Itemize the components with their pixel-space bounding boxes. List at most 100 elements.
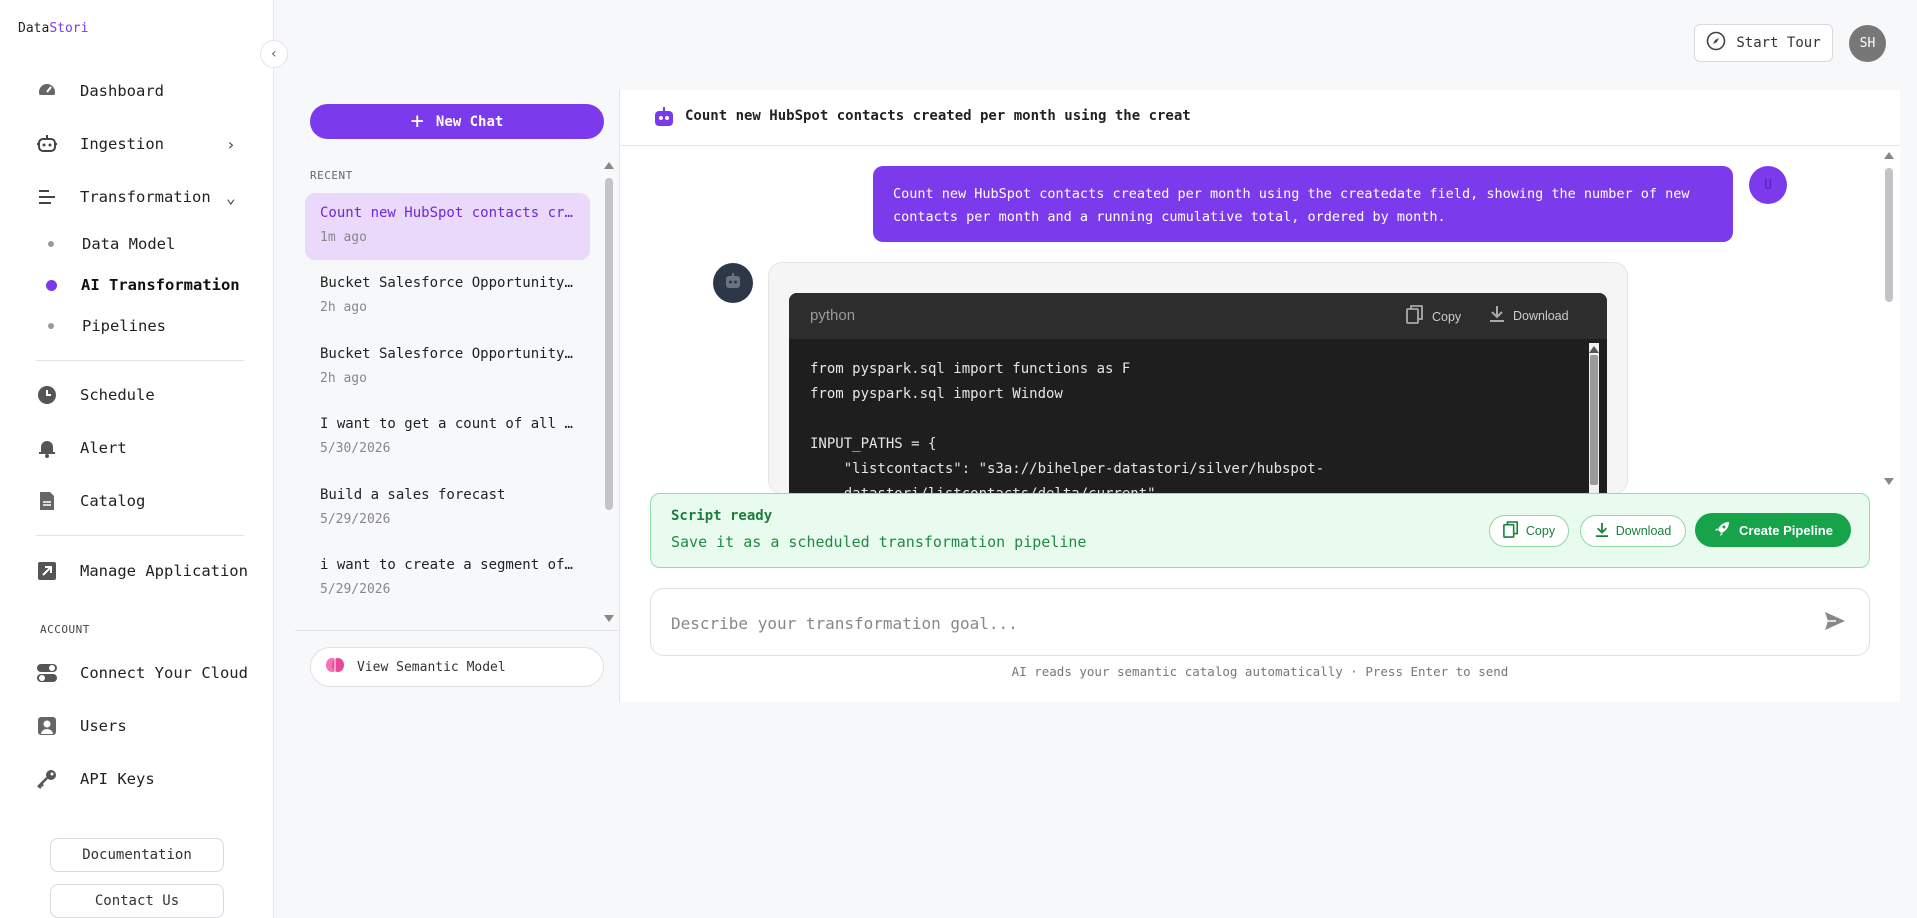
script-copy-label: Copy <box>1525 524 1556 538</box>
code-download-button[interactable]: Download <box>1489 305 1569 326</box>
chevron-right-icon: › <box>226 134 236 154</box>
history-item[interactable]: Count new HubSpot contacts created per m… <box>305 193 590 260</box>
collapse-sidebar-button[interactable]: ‹ <box>260 40 288 68</box>
app-logo[interactable]: DataStori <box>18 21 88 36</box>
scroll-down-icon[interactable] <box>1884 478 1894 485</box>
script-copy-button[interactable]: Copy <box>1489 515 1569 547</box>
history-item-date: 1m ago <box>320 230 367 245</box>
sidebar-item-manage-application[interactable]: Manage Application <box>36 560 248 582</box>
documentation-button[interactable]: Documentation <box>50 838 224 872</box>
start-tour-label: Start Tour <box>1736 35 1821 51</box>
user-avatar[interactable]: SH <box>1849 25 1886 62</box>
assistant-avatar <box>713 263 753 303</box>
scrollbar-thumb[interactable] <box>1885 168 1893 302</box>
history-item-title: i want to create a segment of prospects <box>320 557 578 573</box>
sidebar: DataStori Dashboard Ingestion › Transfor… <box>0 0 274 918</box>
scroll-up-icon[interactable] <box>604 162 614 169</box>
history-item-title: I want to get a count of all the contact… <box>320 416 578 432</box>
history-item-date: 5/29/2026 <box>320 582 391 597</box>
user-icon <box>36 715 58 737</box>
sidebar-item-alert[interactable]: Alert <box>36 437 127 459</box>
user-message-avatar: U <box>1749 166 1787 204</box>
sidebar-item-schedule[interactable]: Schedule <box>36 384 155 406</box>
compass-icon <box>1706 31 1726 55</box>
user-message-bubble: Count new HubSpot contacts created per m… <box>873 166 1733 242</box>
sidebar-item-label: Dashboard <box>80 82 164 100</box>
sidebar-divider <box>36 535 244 536</box>
bell-icon <box>36 437 58 459</box>
script-ready-banner: Script ready Save it as a scheduled tran… <box>650 493 1870 568</box>
document-icon <box>36 490 58 512</box>
bot-icon <box>653 106 675 132</box>
history-item-date: 5/29/2026 <box>320 512 391 527</box>
history-scrollbar[interactable] <box>604 160 614 622</box>
sidebar-item-users[interactable]: Users <box>36 715 127 737</box>
history-item[interactable]: Build a sales forecast 5/29/2026 <box>305 475 590 542</box>
history-item-title: Build a sales forecast <box>320 487 506 503</box>
plus-icon: + <box>410 108 424 134</box>
contact-us-button[interactable]: Contact Us <box>50 884 224 918</box>
sidebar-subitem-ai-transformation[interactable]: AI Transformation <box>46 276 240 294</box>
chat-scrollbar[interactable] <box>1884 150 1894 485</box>
history-item[interactable]: i want to create a segment of prospects … <box>305 545 590 612</box>
sidebar-subitem-pipelines[interactable]: Pipelines <box>48 317 166 335</box>
sidebar-subitem-label: AI Transformation <box>81 276 240 294</box>
key-icon <box>36 768 58 790</box>
chevron-down-icon: ⌄ <box>226 187 236 207</box>
sidebar-item-label: Ingestion <box>80 135 164 153</box>
sidebar-item-label: Schedule <box>80 386 155 404</box>
gauge-icon <box>36 80 58 102</box>
scrollbar-thumb[interactable] <box>605 178 613 510</box>
code-content: from pyspark.sql import functions as F f… <box>810 361 1325 502</box>
scroll-up-icon[interactable] <box>1589 346 1599 353</box>
brain-icon <box>325 656 345 678</box>
sidebar-subitem-data-model[interactable]: Data Model <box>48 235 175 253</box>
new-chat-label: New Chat <box>435 113 504 130</box>
code-scrollbar[interactable] <box>1589 343 1599 513</box>
rocket-icon <box>1713 520 1731 541</box>
sidebar-item-catalog[interactable]: Catalog <box>36 490 145 512</box>
scroll-up-icon[interactable] <box>1884 152 1894 159</box>
history-item-title: Bucket Salesforce Opportunity deals by s… <box>320 346 578 362</box>
scrollbar-thumb[interactable] <box>1590 355 1598 485</box>
download-icon <box>1489 305 1505 326</box>
chat-title: Count new HubSpot contacts created per m… <box>685 108 1191 124</box>
input-hint: AI reads your semantic catalog automatic… <box>1011 664 1509 679</box>
sidebar-subitem-label: Data Model <box>82 235 176 253</box>
sidebar-item-label: Connect Your Cloud <box>80 664 248 682</box>
sidebar-item-label: Alert <box>80 439 127 457</box>
script-ready-title: Script ready <box>671 508 773 524</box>
bullet-icon <box>48 323 54 329</box>
create-pipeline-label: Create Pipeline <box>1739 522 1833 538</box>
history-item[interactable]: Bucket Salesforce Opportunity deals by s… <box>305 334 590 401</box>
send-icon[interactable] <box>1823 609 1847 637</box>
sidebar-item-connect-cloud[interactable]: Connect Your Cloud <box>36 662 248 684</box>
history-item-date: 5/30/2026 <box>320 441 391 456</box>
new-chat-button[interactable]: + New Chat <box>310 104 604 139</box>
scroll-down-icon[interactable] <box>604 615 614 622</box>
clock-icon <box>36 384 58 406</box>
copy-icon <box>1406 305 1424 328</box>
history-item-title: Bucket Salesforce Opportunity deals by a… <box>320 275 578 291</box>
sidebar-item-label: Transformation <box>80 188 211 206</box>
chevron-left-icon: ‹ <box>269 46 279 62</box>
chat-input[interactable] <box>671 609 1771 637</box>
history-item-title: Count new HubSpot contacts created per m… <box>320 205 578 221</box>
sidebar-item-transformation[interactable]: Transformation ⌄ <box>36 186 236 208</box>
sidebar-subitem-label: Pipelines <box>82 317 166 335</box>
history-item[interactable]: I want to get a count of all the contact… <box>305 404 590 471</box>
sidebar-item-api-keys[interactable]: API Keys <box>36 768 155 790</box>
bullet-icon <box>48 241 54 247</box>
create-pipeline-button[interactable]: Create Pipeline <box>1695 513 1851 547</box>
view-semantic-model-button[interactable]: View Semantic Model <box>310 647 604 687</box>
script-download-label: Download <box>1615 524 1672 538</box>
sidebar-item-ingestion[interactable]: Ingestion › <box>36 133 236 155</box>
toggle-icon <box>36 662 58 684</box>
sidebar-item-dashboard[interactable]: Dashboard <box>36 80 164 102</box>
history-item-date: 2h ago <box>320 371 367 386</box>
code-copy-button[interactable]: Copy <box>1406 305 1461 328</box>
start-tour-button[interactable]: Start Tour <box>1694 24 1833 62</box>
script-ready-subtitle: Save it as a scheduled transformation pi… <box>671 533 1087 551</box>
script-download-button[interactable]: Download <box>1580 515 1686 547</box>
history-item[interactable]: Bucket Salesforce Opportunity deals by a… <box>305 263 590 330</box>
